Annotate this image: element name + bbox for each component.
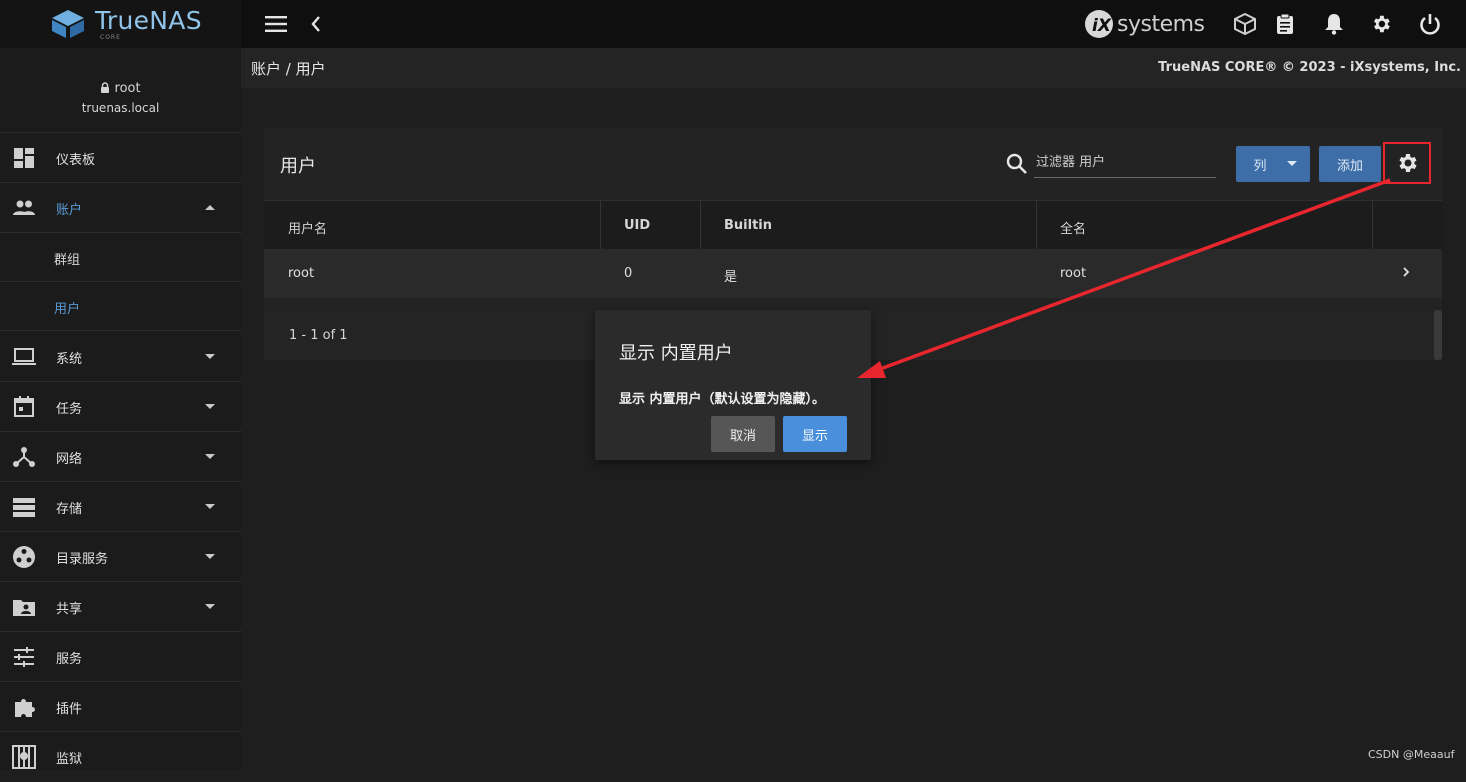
- columns-button[interactable]: 列: [1236, 146, 1310, 182]
- sidebar: root truenas.local 仪表板 账户 群组 用户 系统 任务 网络…: [0, 48, 241, 770]
- sidebar-subitem-label: 群组: [54, 253, 81, 268]
- scrollbar[interactable]: [1434, 310, 1442, 360]
- sidebar-item-label: 存储: [56, 502, 83, 517]
- sidebar-item-label: 账户: [56, 203, 83, 218]
- chevron-down-icon: [1287, 161, 1297, 166]
- dashboard-icon: [14, 148, 34, 168]
- sharing-icon: [13, 600, 35, 616]
- chevron-right-icon[interactable]: [1400, 266, 1412, 278]
- copyright-text: TrueNAS CORE® © 2023 - iXsystems, Inc.: [1158, 60, 1461, 75]
- column-header-username[interactable]: 用户名: [288, 218, 327, 237]
- gear-icon: [1399, 154, 1417, 172]
- dialog-message: 显示 内置用户（默认设置为隐藏）。: [619, 392, 826, 407]
- brand-logo[interactable]: TrueNAS CORE: [0, 0, 241, 48]
- top-bar: TrueNAS CORE iX systems: [0, 0, 1466, 48]
- table-row[interactable]: root 0 是 root: [264, 249, 1442, 298]
- watermark: CSDN @Meaauf: [1368, 748, 1455, 761]
- page-title: 用户: [280, 156, 316, 177]
- sidebar-item-label: 插件: [56, 702, 83, 717]
- sidebar-item-network[interactable]: 网络: [0, 432, 241, 482]
- sidebar-item-label: 系统: [56, 352, 83, 367]
- storage-icon: [13, 498, 35, 517]
- network-icon: [13, 447, 35, 467]
- user-host: truenas.local: [81, 101, 160, 115]
- cell-builtin: 是: [724, 270, 738, 285]
- sidebar-item-sharing[interactable]: 共享: [0, 582, 241, 632]
- sidebar-item-label: 服务: [56, 652, 83, 667]
- sidebar-item-tasks[interactable]: 任务: [0, 382, 241, 432]
- user-info: root truenas.local: [0, 48, 241, 133]
- chevron-down-icon: [205, 604, 215, 609]
- search-icon: [1006, 153, 1027, 174]
- sidebar-item-storage[interactable]: 存储: [0, 482, 241, 532]
- column-divider: [600, 201, 601, 250]
- sidebar-subitem-users[interactable]: 用户: [0, 282, 241, 331]
- chevron-down-icon: [205, 354, 215, 359]
- gear-icon[interactable]: [1369, 12, 1393, 36]
- settings-button[interactable]: [1383, 142, 1431, 184]
- cell-fullname: root: [1060, 266, 1087, 281]
- bell-icon[interactable]: [1322, 12, 1346, 36]
- columns-button-label: 列: [1253, 158, 1267, 174]
- sidebar-subitem-groups[interactable]: 群组: [0, 233, 241, 282]
- column-header-uid[interactable]: UID: [624, 218, 650, 233]
- services-icon: [14, 647, 34, 667]
- chevron-down-icon: [205, 454, 215, 459]
- sidebar-item-dashboard[interactable]: 仪表板: [0, 133, 241, 183]
- lock-icon: [101, 82, 110, 93]
- sidebar-item-label: 目录服务: [56, 552, 109, 567]
- chevron-down-icon: [205, 404, 215, 409]
- column-divider: [1036, 201, 1037, 250]
- sidebar-item-jails[interactable]: 监狱: [0, 732, 241, 782]
- show-builtin-dialog: 显示 内置用户 显示 内置用户（默认设置为隐藏）。 取消 显示: [595, 310, 871, 460]
- column-divider: [1372, 201, 1373, 250]
- dialog-title: 显示 内置用户: [619, 343, 733, 364]
- chevron-left-icon[interactable]: [304, 12, 328, 36]
- plugins-icon: [15, 699, 35, 717]
- cell-username: root: [288, 266, 315, 281]
- system-icon: [12, 348, 36, 365]
- brand-edition: CORE: [100, 34, 121, 41]
- accounts-icon: [13, 200, 35, 215]
- column-header-builtin[interactable]: Builtin: [724, 218, 772, 233]
- sidebar-item-system[interactable]: 系统: [0, 332, 241, 382]
- paginator-range: 1 - 1 of 1: [289, 328, 348, 343]
- svg-text:iX: iX: [1092, 16, 1112, 36]
- column-divider: [700, 201, 701, 250]
- sidebar-item-label: 网络: [56, 452, 83, 467]
- clipboard-icon[interactable]: [1273, 12, 1297, 36]
- truenas-logo-icon: [52, 10, 84, 38]
- vendor-name: systems: [1117, 12, 1205, 37]
- column-header-fullname[interactable]: 全名: [1060, 218, 1086, 237]
- directory-icon: [13, 546, 35, 568]
- truecommand-icon[interactable]: [1233, 12, 1257, 36]
- chevron-down-icon: [205, 554, 215, 559]
- sidebar-item-plugins[interactable]: 插件: [0, 682, 241, 732]
- sidebar-item-label: 监狱: [56, 752, 83, 767]
- sidebar-item-label: 任务: [56, 402, 83, 417]
- add-button[interactable]: 添加: [1319, 146, 1381, 182]
- sidebar-subitem-label: 用户: [54, 302, 81, 317]
- table-header: 用户名 UID Builtin 全名: [264, 200, 1442, 250]
- jails-icon: [12, 745, 36, 769]
- sidebar-item-label: 仪表板: [56, 153, 96, 168]
- brand-name: TrueNAS: [95, 6, 202, 35]
- menu-icon[interactable]: [264, 12, 288, 36]
- sidebar-item-directory-services[interactable]: 目录服务: [0, 532, 241, 582]
- tasks-icon: [14, 396, 34, 417]
- sidebar-item-accounts[interactable]: 账户: [0, 183, 241, 233]
- chevron-up-icon: [205, 205, 215, 210]
- chevron-down-icon: [205, 504, 215, 509]
- filter-input[interactable]: [1034, 148, 1216, 178]
- breadcrumb[interactable]: 账户 / 用户: [251, 58, 326, 79]
- sidebar-item-services[interactable]: 服务: [0, 632, 241, 682]
- cell-uid: 0: [624, 266, 633, 281]
- show-button[interactable]: 显示: [783, 416, 847, 452]
- user-name: root: [114, 81, 141, 96]
- sidebar-item-label: 共享: [56, 602, 83, 617]
- page-header: 账户 / 用户 TrueNAS CORE® © 2023 - iXsystems…: [241, 48, 1466, 88]
- power-icon[interactable]: [1418, 12, 1442, 36]
- cancel-button[interactable]: 取消: [711, 416, 775, 452]
